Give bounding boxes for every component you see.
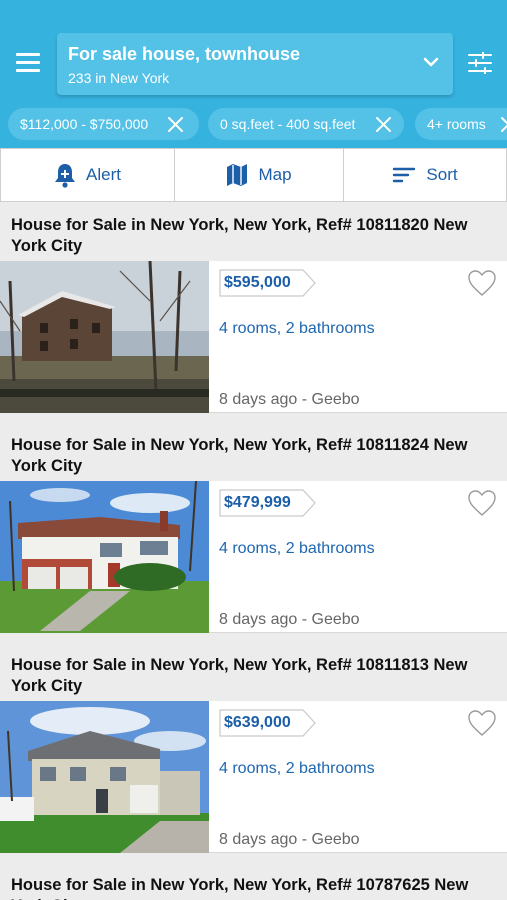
bell-plus-icon xyxy=(55,164,76,188)
listing-details: 4 rooms, 2 bathrooms xyxy=(219,760,375,777)
heart-icon[interactable] xyxy=(467,489,497,517)
sort-button[interactable]: Sort xyxy=(343,149,506,201)
filter-chip-label: $112,000 - $750,000 xyxy=(20,116,149,132)
listing-meta: 8 days ago - Geebo xyxy=(219,831,360,848)
close-icon[interactable] xyxy=(500,116,507,133)
search-result-count: 233 in New York xyxy=(68,70,170,86)
search-title: For sale house, townhouse xyxy=(68,44,301,64)
listing-price: $479,999 xyxy=(224,494,291,511)
heart-icon[interactable] xyxy=(467,269,497,297)
listing-price: $595,000 xyxy=(224,274,291,291)
filter-chip-label: 0 sq.feet - 400 sq.feet xyxy=(220,116,356,132)
chevron-down-icon xyxy=(423,57,439,67)
listing-card[interactable]: $479,999 4 rooms, 2 bathrooms 8 days ago… xyxy=(0,481,507,633)
heart-icon[interactable] xyxy=(467,709,497,737)
sort-icon xyxy=(393,167,416,183)
filter-sliders-icon[interactable] xyxy=(468,52,492,74)
listing-title[interactable]: House for Sale in New York, New York, Re… xyxy=(0,643,507,701)
listing-details: 4 rooms, 2 bathrooms xyxy=(219,540,375,557)
listing-price: $639,000 xyxy=(224,714,291,731)
hamburger-icon[interactable] xyxy=(16,53,40,73)
filter-chips-row: $112,000 - $750,000 0 sq.feet - 400 sq.f… xyxy=(0,100,507,148)
listing-photo[interactable] xyxy=(0,261,209,413)
filter-chip-size[interactable]: 0 sq.feet - 400 sq.feet xyxy=(208,108,404,140)
sort-label: Sort xyxy=(426,165,458,184)
search-summary-dropdown[interactable]: For sale house, townhouse 233 in New Yor… xyxy=(57,33,453,95)
alert-button[interactable]: Alert xyxy=(1,149,174,201)
listing-title[interactable]: House for Sale in New York, New York, Re… xyxy=(0,423,507,481)
map-icon xyxy=(227,164,248,186)
listing-card[interactable]: $595,000 4 rooms, 2 bathrooms 8 days ago… xyxy=(0,261,507,413)
action-bar: Alert Map Sort xyxy=(0,148,507,202)
close-icon[interactable] xyxy=(375,116,392,133)
listing-title[interactable]: House for Sale in New York, New York, Re… xyxy=(0,863,507,900)
listing-title[interactable]: House for Sale in New York, New York, Re… xyxy=(0,203,507,261)
listing-photo[interactable] xyxy=(0,481,209,633)
alert-label: Alert xyxy=(86,165,121,184)
map-label: Map xyxy=(258,165,292,184)
filter-chip-price[interactable]: $112,000 - $750,000 xyxy=(8,108,199,140)
map-button[interactable]: Map xyxy=(174,149,343,201)
listing-meta: 8 days ago - Geebo xyxy=(219,391,360,408)
filter-chip-label: 4+ rooms xyxy=(427,116,486,132)
listing-photo[interactable] xyxy=(0,701,209,853)
close-icon[interactable] xyxy=(167,116,184,133)
app-header: For sale house, townhouse 233 in New Yor… xyxy=(0,0,507,100)
listing-details: 4 rooms, 2 bathrooms xyxy=(219,320,375,337)
listing-meta: 8 days ago - Geebo xyxy=(219,611,360,628)
filter-chip-rooms[interactable]: 4+ rooms xyxy=(415,108,507,140)
listing-card[interactable]: $639,000 4 rooms, 2 bathrooms 8 days ago… xyxy=(0,701,507,853)
